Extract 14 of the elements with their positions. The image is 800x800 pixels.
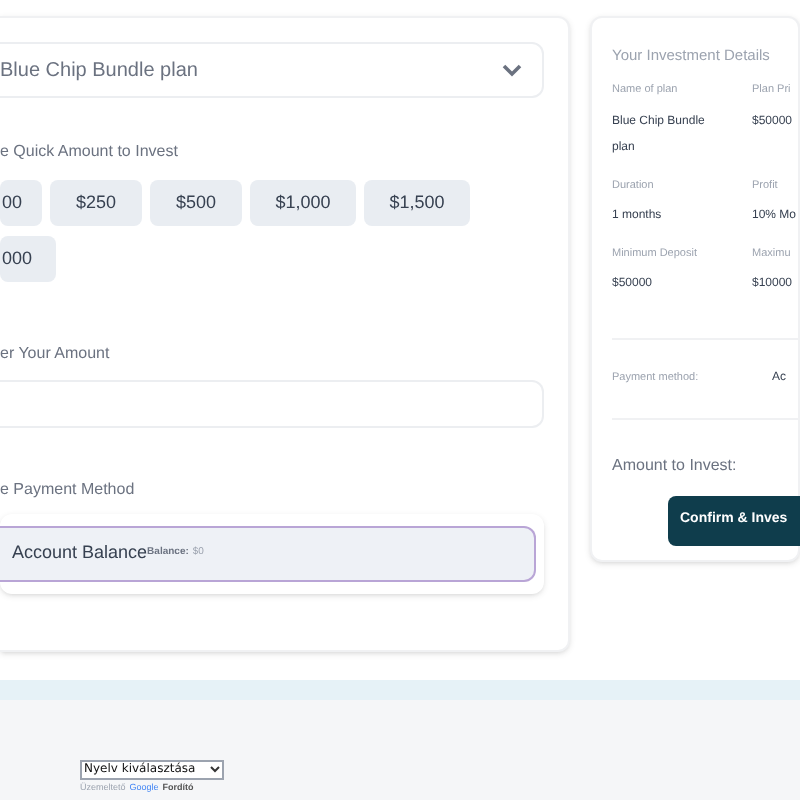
section-label: e Quick Amount to Invest bbox=[0, 140, 180, 164]
caret-icon bbox=[210, 766, 220, 774]
amount-option[interactable]: $1,000 bbox=[250, 180, 356, 226]
section-label: e Payment Method bbox=[0, 478, 137, 502]
amount-option[interactable]: $500 bbox=[150, 180, 242, 226]
chevron-down-icon bbox=[502, 63, 522, 77]
amount-option[interactable]: $250 bbox=[50, 180, 142, 226]
amount-label: Amount to Invest: bbox=[612, 454, 739, 478]
amount-option[interactable]: 00 bbox=[0, 180, 42, 226]
amount-option[interactable]: 000 bbox=[0, 236, 56, 282]
section-label: er Your Amount bbox=[0, 342, 112, 366]
plan-select[interactable]: Blue Chip Bundle plan bbox=[0, 42, 544, 98]
amount-option[interactable]: $1,500 bbox=[364, 180, 470, 226]
method-name: Account Balance bbox=[12, 540, 148, 567]
